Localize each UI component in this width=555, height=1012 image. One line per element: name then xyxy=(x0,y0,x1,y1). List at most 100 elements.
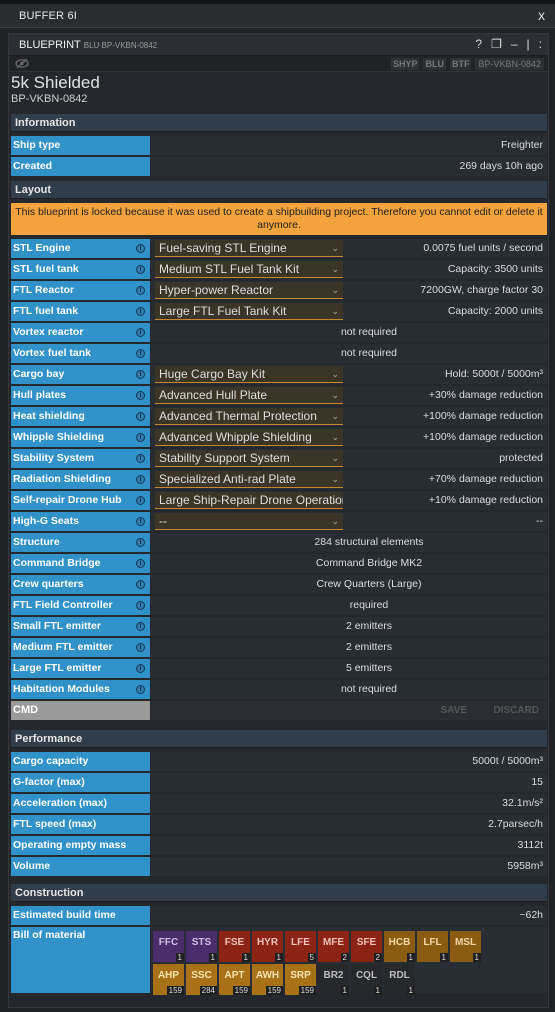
info-icon[interactable]: i xyxy=(136,412,145,421)
info-icon[interactable]: i xyxy=(136,580,145,589)
material-ticker: SSC xyxy=(191,970,212,981)
material-ticker: LFE xyxy=(291,937,310,948)
layout-label: Stability System i xyxy=(11,449,150,468)
info-icon[interactable]: i xyxy=(136,433,145,442)
material-fse[interactable]: FSE 1 xyxy=(219,931,250,962)
info-icon[interactable]: i xyxy=(136,286,145,295)
save-button[interactable]: SAVE xyxy=(441,705,468,716)
info-icon[interactable]: i xyxy=(136,664,145,673)
material-sts[interactable]: STS 1 xyxy=(186,931,217,962)
tag-shyp[interactable]: SHYP xyxy=(390,58,420,70)
info-icon[interactable]: i xyxy=(136,622,145,631)
component-select[interactable]: Stability Support System ⌄ xyxy=(155,450,343,467)
material-rdl[interactable]: RDL 1 xyxy=(384,964,415,995)
info-icon[interactable]: i xyxy=(136,559,145,568)
discard-button[interactable]: DISCARD xyxy=(493,705,539,716)
info-icon[interactable]: i xyxy=(136,244,145,253)
info-icon[interactable]: i xyxy=(136,601,145,610)
layout-row-heat-shielding: Heat shielding i Advanced Thermal Protecti… xyxy=(11,407,547,426)
layout-label: STL fuel tank i xyxy=(11,260,150,279)
tag-btf[interactable]: BTF xyxy=(449,58,472,70)
info-icon[interactable]: i xyxy=(136,517,145,526)
material-msl[interactable]: MSL 1 xyxy=(450,931,481,962)
tag-blu[interactable]: BLU xyxy=(423,58,446,70)
hidden-eye-icon[interactable] xyxy=(15,58,29,69)
material-count: 1 xyxy=(340,986,349,995)
component-select[interactable]: Huge Cargo Bay Kit ⌄ xyxy=(155,366,343,383)
material-ssc[interactable]: SSC 284 xyxy=(186,964,217,995)
chevron-down-icon: ⌄ xyxy=(331,516,339,526)
information-label: Ship type xyxy=(11,136,150,155)
component-select[interactable]: -- ⌄ xyxy=(155,513,343,530)
layout-value-cell: Advanced Whipple Shielding ⌄ +100% damage … xyxy=(151,428,547,447)
info-icon[interactable]: i xyxy=(136,328,145,337)
window-titlebar[interactable]: BUFFER 6I x xyxy=(0,4,555,28)
more-icon[interactable]: : xyxy=(539,37,542,51)
info-icon[interactable]: i xyxy=(136,370,145,379)
layout-value: +100% damage reduction xyxy=(423,431,543,443)
component-select[interactable]: Medium STL Fuel Tank Kit ⌄ xyxy=(155,261,343,278)
material-lfl[interactable]: LFL 1 xyxy=(417,931,448,962)
info-icon[interactable]: i xyxy=(136,265,145,274)
material-ticker: RDL xyxy=(389,970,410,981)
layout-row-command-bridge: Command Bridge i Command Bridge MK2 xyxy=(11,554,547,573)
popout-icon[interactable]: ❐ xyxy=(491,37,502,51)
section-performance: Performance xyxy=(11,730,547,748)
material-ahp[interactable]: AHP 159 xyxy=(153,964,184,995)
material-cql[interactable]: CQL 1 xyxy=(351,964,382,995)
component-select-value: Stability Support System xyxy=(159,451,290,465)
component-select[interactable]: Specialized Anti-rad Plate ⌄ xyxy=(155,471,343,488)
info-icon[interactable]: i xyxy=(136,538,145,547)
material-awh[interactable]: AWH 159 xyxy=(252,964,283,995)
material-ticker: MSL xyxy=(454,937,477,948)
help-icon[interactable]: ? xyxy=(475,37,482,51)
layout-label-text: Hull plates xyxy=(13,389,67,401)
layout-label: Vortex reactor i xyxy=(11,323,150,342)
material-srp[interactable]: SRP 159 xyxy=(285,964,316,995)
cmd-input[interactable]: SAVE DISCARD xyxy=(151,701,547,720)
bill-of-material: FFC 1 STS 1 FSE 1 HYR 1 LFE 5 MFE 2 SFE 2 HCB 1 LFL 1 MSL 1… xyxy=(151,927,547,995)
info-icon[interactable]: i xyxy=(136,307,145,316)
info-icon[interactable]: i xyxy=(136,349,145,358)
material-hcb[interactable]: HCB 1 xyxy=(384,931,415,962)
layout-label: Crew quarters i xyxy=(11,575,150,594)
component-select[interactable]: Hyper-power Reactor ⌄ xyxy=(155,282,343,299)
info-icon[interactable]: i xyxy=(136,454,145,463)
material-count: 159 xyxy=(232,986,250,995)
info-icon[interactable]: i xyxy=(136,685,145,694)
component-select[interactable]: Advanced Hull Plate ⌄ xyxy=(155,387,343,404)
material-ffc[interactable]: FFC 1 xyxy=(153,931,184,962)
material-count: 2 xyxy=(373,953,382,962)
material-sfe[interactable]: SFE 2 xyxy=(351,931,382,962)
layout-label: FTL Field Controller i xyxy=(11,596,150,615)
material-br2[interactable]: BR2 1 xyxy=(318,964,349,995)
layout-label-text: Habitation Modules xyxy=(13,683,110,695)
layout-value: -- xyxy=(536,515,543,527)
material-lfe[interactable]: LFE 5 xyxy=(285,931,316,962)
component-select[interactable]: Advanced Whipple Shielding ⌄ xyxy=(155,429,343,446)
component-select[interactable]: Large Ship-Repair Drone Operations Cente… xyxy=(155,492,343,509)
component-select[interactable]: Large FTL Fuel Tank Kit ⌄ xyxy=(155,303,343,320)
layout-label: Hull plates i xyxy=(11,386,150,405)
tile-command-sub: BLU BP-VKBN-0842 xyxy=(83,41,158,50)
blueprint-code: BP-VKBN-0842 xyxy=(11,93,88,105)
component-select[interactable]: Advanced Thermal Protection ⌄ xyxy=(155,408,343,425)
info-icon[interactable]: i xyxy=(136,496,145,505)
material-mfe[interactable]: MFE 2 xyxy=(318,931,349,962)
info-icon[interactable]: i xyxy=(136,643,145,652)
material-hyr[interactable]: HYR 1 xyxy=(252,931,283,962)
info-icon[interactable]: i xyxy=(136,391,145,400)
material-count: 1 xyxy=(406,986,415,995)
separator-icon[interactable]: | xyxy=(527,37,530,51)
performance-row-acceleration-max: Acceleration (max) 32.1m/s² xyxy=(11,794,547,813)
material-apt[interactable]: APT 159 xyxy=(219,964,250,995)
material-ticker: CQL xyxy=(355,970,378,981)
chevron-down-icon: ⌄ xyxy=(331,390,339,400)
layout-label: FTL Reactor i xyxy=(11,281,150,300)
component-select[interactable]: Fuel-saving STL Engine ⌄ xyxy=(155,240,343,257)
layout-value-cell: not required xyxy=(151,344,547,363)
info-icon[interactable]: i xyxy=(136,475,145,484)
minimize-icon[interactable]: – xyxy=(511,37,518,51)
close-icon[interactable]: x xyxy=(538,7,545,23)
layout-label-text: Stability System xyxy=(13,452,95,464)
